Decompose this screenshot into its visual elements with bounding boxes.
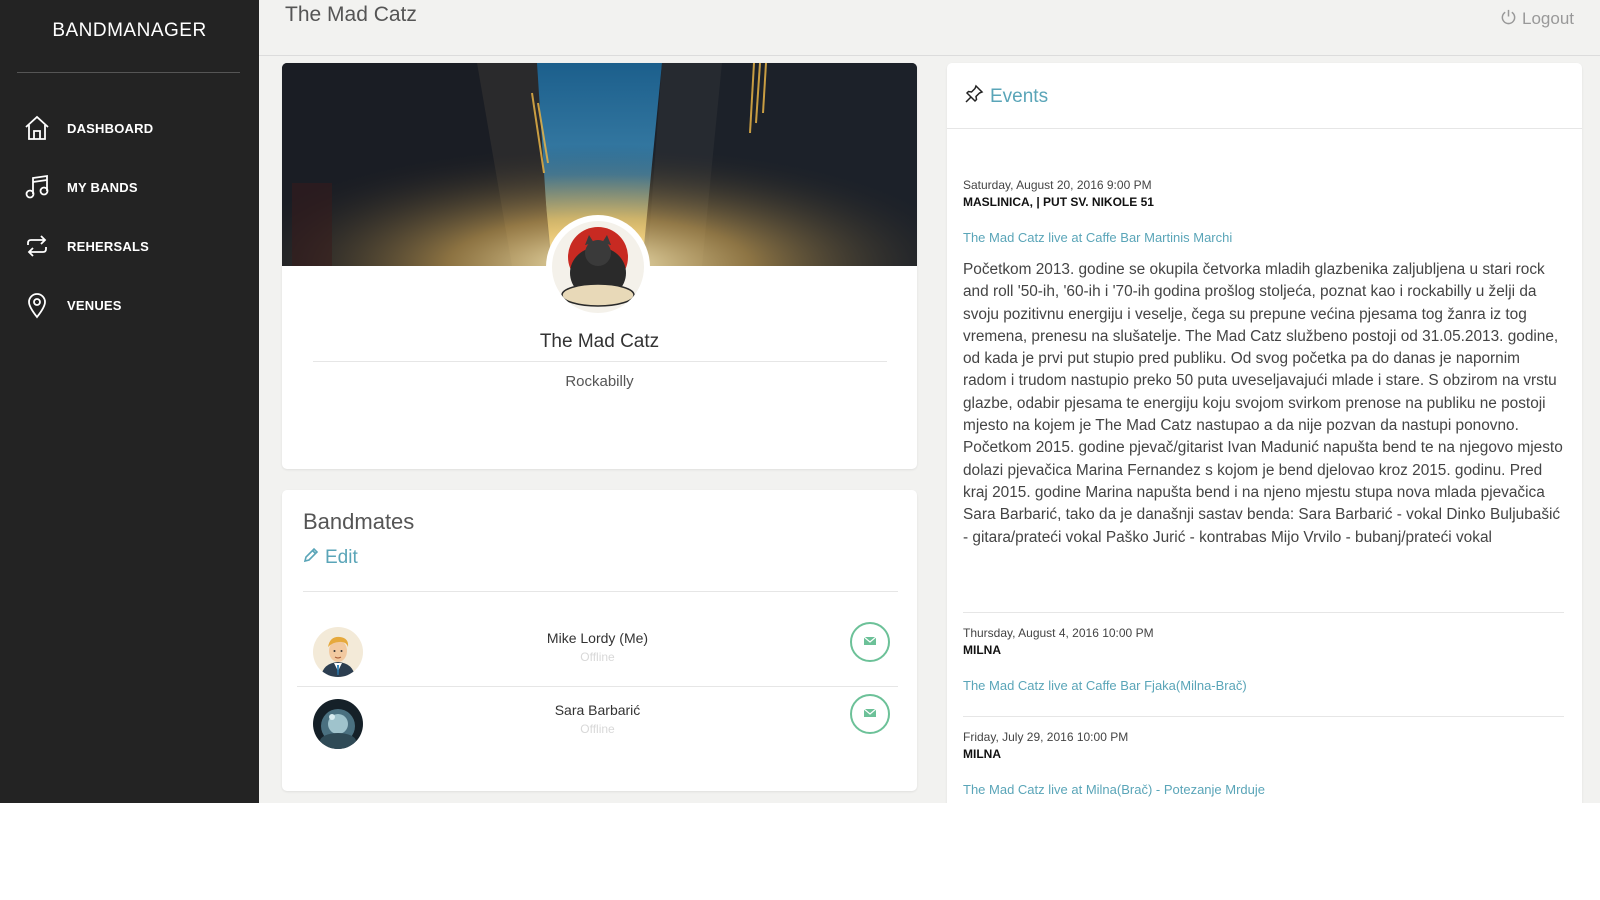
event-date: Thursday, August 4, 2016 10:00 PM [963, 626, 1154, 640]
bandmate-row: Mike Lordy (Me) Offline [297, 615, 898, 687]
event-description: Početkom 2013. godine se okupila četvork… [963, 261, 1563, 546]
event-venue: MASLINICA, | PUT SV. NIKOLE 51 [963, 195, 1154, 209]
map-pin-icon [22, 290, 52, 320]
bandmate-row: Sara Barbarić Offline [297, 687, 898, 759]
event-venue: MILNA [963, 643, 1001, 657]
repeat-icon [22, 231, 52, 261]
message-button[interactable] [850, 622, 890, 662]
events-title: Events [990, 86, 1049, 107]
band-genre: Rockabilly [565, 373, 634, 390]
divider [303, 591, 898, 592]
divider [313, 361, 887, 362]
page-title: The Mad Catz [285, 3, 417, 26]
brand-logo-text[interactable]: BANDMANAGER [0, 20, 259, 42]
event-link[interactable]: The Mad Catz live at Caffe Bar Martinis … [963, 230, 1564, 245]
sidebar-divider [17, 72, 240, 73]
pencil-icon [303, 547, 325, 569]
event-item: Saturday, August 20, 2016 9:00 PM MASLIN… [963, 178, 1564, 549]
sidebar-item-label: MY BANDS [67, 179, 138, 195]
event-link[interactable]: The Mad Catz live at Milna(Brač) - Potez… [963, 782, 1564, 797]
sidebar-item-label: REHERSALS [67, 238, 149, 254]
events-header: Events [947, 63, 1582, 129]
band-name: The Mad Catz [539, 331, 660, 352]
sidebar-item-rehersals[interactable]: REHERSALS [0, 224, 259, 268]
pin-icon [964, 84, 990, 110]
bandmate-name: Mike Lordy (Me) [546, 630, 649, 646]
band-avatar [546, 215, 650, 319]
bandmate-status: Offline [580, 650, 615, 664]
power-icon [1500, 8, 1522, 30]
band-profile-card: The Mad Catz Rockabilly [282, 63, 917, 469]
bandmate-name: Sara Barbarić [554, 702, 641, 718]
edit-bandmates-button[interactable]: Edit [303, 547, 358, 569]
bandmates-title: Bandmates [303, 509, 415, 534]
envelope-icon [863, 633, 877, 651]
sidebar-item-label: VENUES [67, 297, 122, 313]
logout-button[interactable]: Logout [1500, 8, 1574, 30]
event-venue: MILNA [963, 747, 1001, 761]
sidebar-item-venues[interactable]: VENUES [0, 283, 259, 327]
divider [963, 612, 1564, 613]
sidebar: BANDMANAGER DASHBOARD MY BANDS REHERSALS… [0, 0, 259, 803]
home-icon [22, 113, 52, 143]
event-item: Thursday, August 4, 2016 10:00 PM MILNA … [963, 626, 1564, 693]
event-item: Friday, July 29, 2016 10:00 PM MILNA The… [963, 730, 1564, 797]
bandmates-card: Bandmates Edit Mike Lordy (Me) Offline S… [282, 490, 917, 791]
sidebar-item-my-bands[interactable]: MY BANDS [0, 165, 259, 209]
event-link[interactable]: The Mad Catz live at Caffe Bar Fjaka(Mil… [963, 678, 1564, 693]
app-shell: BANDMANAGER DASHBOARD MY BANDS REHERSALS… [0, 0, 1600, 803]
divider [963, 716, 1564, 717]
bandmate-status: Offline [580, 722, 615, 736]
top-header: The Mad Catz Logout [259, 0, 1600, 56]
envelope-icon [863, 705, 877, 723]
event-date: Friday, July 29, 2016 10:00 PM [963, 730, 1129, 744]
music-note-icon [22, 172, 52, 202]
events-card: Events Saturday, August 20, 2016 9:00 PM… [947, 63, 1582, 803]
sidebar-item-dashboard[interactable]: DASHBOARD [0, 106, 259, 150]
logout-label: Logout [1522, 9, 1574, 28]
edit-label: Edit [325, 547, 358, 568]
event-date: Saturday, August 20, 2016 9:00 PM [963, 178, 1152, 192]
message-button[interactable] [850, 694, 890, 734]
sidebar-item-label: DASHBOARD [67, 120, 154, 136]
